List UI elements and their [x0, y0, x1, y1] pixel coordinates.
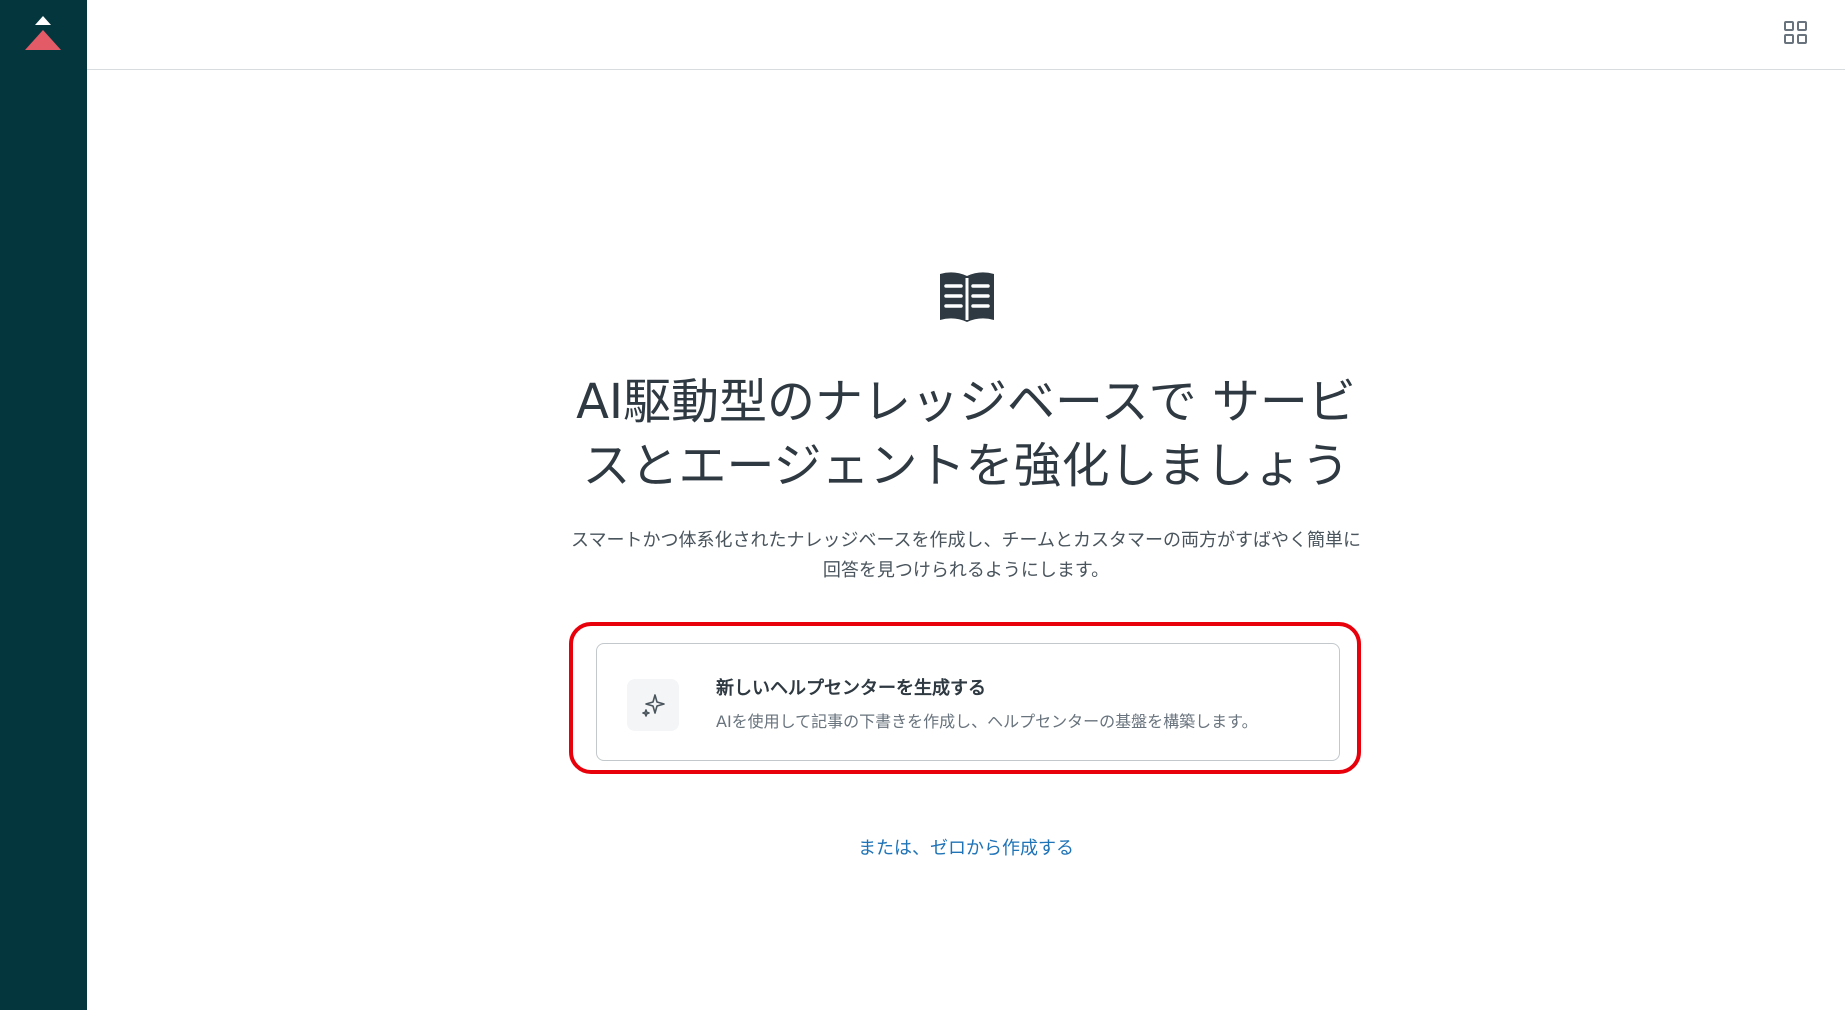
headline-line-2: スとエージェントを強化しましょう — [582, 438, 1350, 494]
sparkle-icon — [627, 679, 679, 731]
option-title: 新しいヘルプセンターを生成する — [716, 678, 986, 699]
option-description: AIを使用して記事の下書きを作成し、ヘルプセンターの基盤を構築します。 — [716, 712, 1258, 731]
subtext-line-2: 回答を見つけられるようにします。 — [822, 560, 1110, 581]
grid-icon[interactable] — [1783, 20, 1809, 46]
top-bar — [87, 0, 1845, 70]
sidebar — [0, 0, 87, 1010]
create-from-scratch-link[interactable]: または、ゼロから作成する — [766, 834, 1166, 860]
page-headline: AI駆動型のナレッジベースで サービ スとエージェントを強化しましょう — [566, 370, 1366, 498]
page-subtext: スマートかつ体系化されたナレッジベースを作成し、チームとカスタマーの両方がすばや… — [566, 526, 1366, 586]
generate-help-center-option[interactable]: 新しいヘルプセンターを生成する AIを使用して記事の下書きを作成し、ヘルプセンタ… — [596, 643, 1340, 761]
main-content: AI駆動型のナレッジベースで サービ スとエージェントを強化しましょう スマート… — [87, 70, 1845, 1010]
subtext-line-1: スマートかつ体系化されたナレッジベースを作成し、チームとカスタマーの両方がすばや… — [570, 530, 1361, 551]
headline-line-1: AI駆動型のナレッジベースで サービ — [576, 374, 1356, 430]
book-open-icon — [936, 270, 998, 326]
zendesk-logo-icon[interactable] — [20, 14, 66, 54]
